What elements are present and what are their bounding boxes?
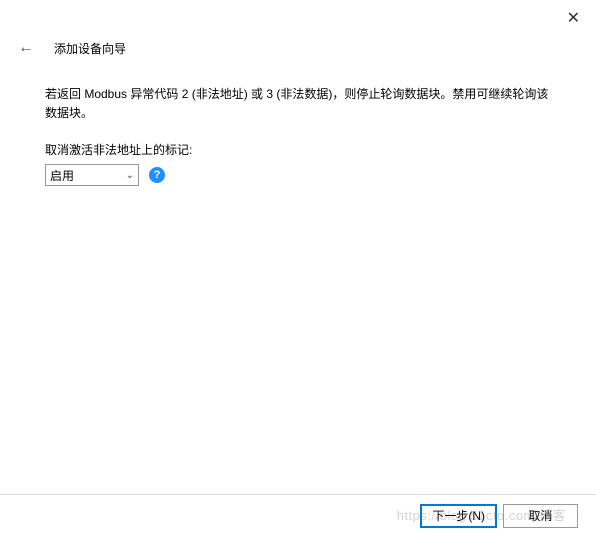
dropdown-row: 启用 ⌄ ? — [45, 164, 551, 186]
wizard-header: ← 添加设备向导 — [0, 0, 596, 60]
chevron-down-icon: ⌄ — [126, 170, 134, 181]
next-button[interactable]: 下一步(N) — [420, 504, 497, 528]
wizard-title: 添加设备向导 — [54, 40, 126, 57]
deactivate-label: 取消激活非法地址上的标记: — [45, 141, 551, 158]
description-text: 若返回 Modbus 异常代码 2 (非法地址) 或 3 (非法数据)，则停止轮… — [45, 85, 551, 123]
deactivate-dropdown[interactable]: 启用 ⌄ — [45, 164, 139, 186]
dropdown-value: 启用 — [50, 167, 74, 184]
wizard-content: 若返回 Modbus 异常代码 2 (非法地址) 或 3 (非法数据)，则停止轮… — [0, 60, 596, 186]
help-icon[interactable]: ? — [149, 167, 165, 183]
back-arrow-icon[interactable]: ← — [18, 39, 34, 57]
cancel-button[interactable]: 取消 — [503, 504, 578, 528]
wizard-footer: 下一步(N) 取消 — [0, 494, 596, 536]
close-icon[interactable]: ✕ — [567, 8, 580, 28]
